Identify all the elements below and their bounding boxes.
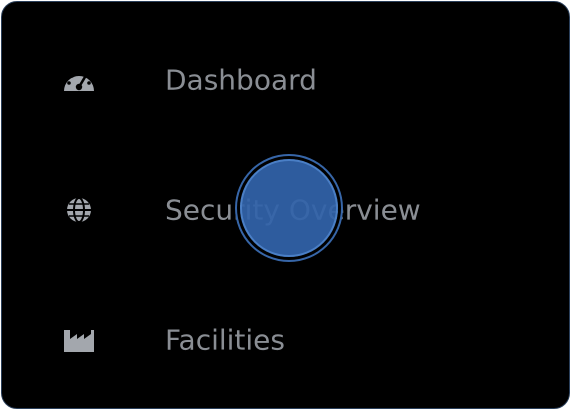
sidebar-item-facilities[interactable]: Facilities [2, 310, 569, 370]
sidebar-item-dashboard[interactable]: Dashboard [2, 50, 569, 110]
globe-icon [60, 194, 98, 226]
sidebar-item-label: Dashboard [165, 63, 317, 97]
sidebar-nav: Dashboard Security Overview Facilities [1, 1, 570, 409]
factory-icon [60, 324, 98, 356]
cursor-highlight [240, 159, 338, 257]
sidebar-item-label: Facilities [165, 323, 285, 357]
gauge-icon [60, 64, 98, 96]
